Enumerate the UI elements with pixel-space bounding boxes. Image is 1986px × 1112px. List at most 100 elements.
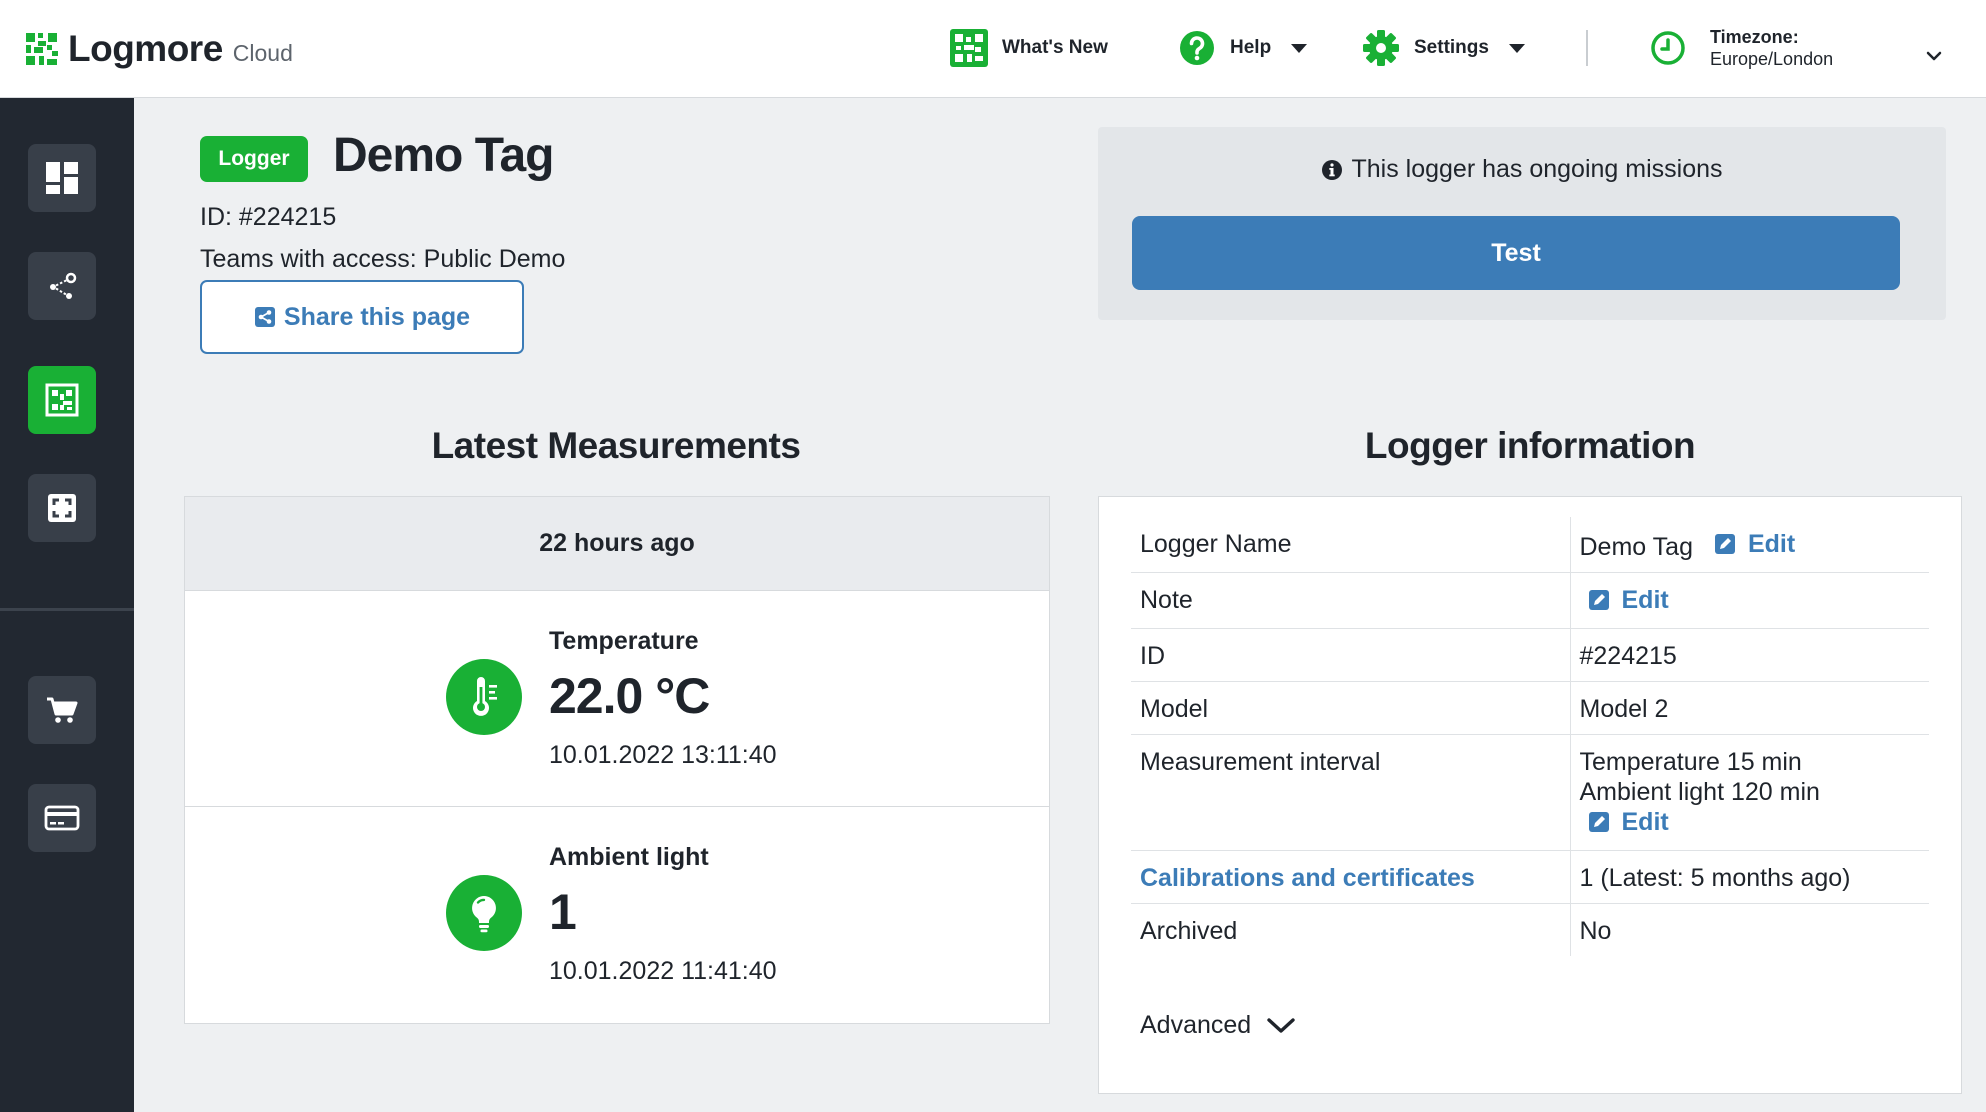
row-key: Archived — [1131, 903, 1571, 956]
missions-panel: This logger has ongoing missions Test — [1098, 127, 1946, 320]
row-value: 1 (Latest: 5 months ago) — [1570, 850, 1929, 904]
share-page-button[interactable]: Share this page — [200, 280, 524, 354]
sidebar — [0, 98, 134, 1112]
missions-message-text: This logger has ongoing missions — [1351, 155, 1723, 183]
thermometer-icon — [446, 659, 522, 735]
row-value: #224215 — [1570, 628, 1929, 682]
latest-measurements-card: 22 hours ago Temperature 22.0 °C 10.01.2… — [184, 496, 1050, 1024]
table-row: Calibrations and certificates 1 (Latest:… — [1131, 850, 1929, 904]
top-bar: Logmore Cloud What's New Help Settings T… — [0, 0, 1986, 98]
measurement-time: 10.01.2022 11:41:40 — [549, 957, 777, 985]
row-key: Logger Name — [1131, 517, 1571, 573]
edit-label: Edit — [1621, 808, 1669, 836]
timezone-text: Timezone: Europe/London — [1710, 26, 1833, 70]
teams-access-text: Teams with access: Public Demo — [200, 245, 566, 273]
brand-sub: Cloud — [232, 39, 293, 66]
table-row: Measurement interval Temperature 15 min … — [1131, 734, 1929, 851]
brand-name: Logmore — [68, 28, 223, 69]
measurement-label: Temperature — [549, 627, 699, 655]
logger-name-value: Demo Tag — [1579, 533, 1694, 561]
credit-card-icon — [44, 805, 80, 831]
logger-information-title: Logger information — [1364, 425, 1696, 466]
gear-icon — [1363, 30, 1399, 66]
timezone-selector[interactable]: Timezone: Europe/London — [1650, 20, 1833, 76]
sidebar-item-scan[interactable] — [28, 474, 96, 542]
logger-information-card: Logger Name Demo Tag Edit Note Edit ID #… — [1098, 496, 1962, 1094]
timezone-label: Timezone: — [1710, 27, 1799, 47]
measurement-label: Ambient light — [549, 843, 709, 871]
help-menu[interactable]: Help — [1178, 26, 1308, 70]
row-value: Demo Tag Edit — [1570, 517, 1929, 573]
calibrations-link[interactable]: Calibrations and certificates — [1131, 850, 1571, 904]
table-row: ID #224215 — [1131, 628, 1929, 682]
logger-info-table: Logger Name Demo Tag Edit Note Edit ID #… — [1131, 517, 1929, 956]
settings-menu[interactable]: Settings — [1362, 26, 1525, 70]
row-value: Temperature 15 min Ambient light 120 min… — [1570, 734, 1929, 851]
chevron-down-icon — [1291, 43, 1308, 53]
interval-temperature: Temperature 15 min — [1579, 748, 1802, 776]
qr-logger-icon — [45, 383, 79, 417]
logger-id-text: ID: #224215 — [200, 203, 337, 231]
sidebar-item-billing[interactable] — [28, 784, 96, 852]
logger-badge: Logger — [200, 136, 308, 182]
interval-ambient-light: Ambient light 120 min — [1579, 778, 1820, 806]
test-mission-button[interactable]: Test — [1132, 216, 1900, 290]
share-page-label: Share this page — [283, 302, 471, 331]
help-label: Help — [1230, 37, 1272, 58]
brand[interactable]: Logmore Cloud — [26, 26, 293, 72]
edit-label: Edit — [1747, 530, 1796, 558]
lightbulb-icon — [446, 875, 522, 951]
row-value: Model 2 — [1570, 681, 1929, 735]
whats-new-qr-icon — [950, 29, 988, 67]
sidebar-item-dashboard[interactable] — [28, 144, 96, 212]
settings-label: Settings — [1414, 37, 1489, 58]
edit-note-link[interactable]: Edit — [1588, 585, 1669, 615]
measurement-value: 22.0 °C — [549, 668, 710, 724]
cart-icon — [47, 697, 78, 723]
header-divider — [1586, 30, 1588, 66]
measurement-row-temperature: Temperature 22.0 °C 10.01.2022 13:11:40 — [185, 591, 1049, 807]
sidebar-item-shop[interactable] — [28, 676, 96, 744]
dashboard-icon — [46, 162, 78, 194]
row-key: Note — [1131, 572, 1571, 629]
info-circle-icon — [1322, 159, 1343, 180]
edit-logger-name-link[interactable]: Edit — [1714, 529, 1795, 559]
row-key: Model — [1131, 681, 1571, 735]
table-row: Note Edit — [1131, 572, 1929, 629]
timezone-value: Europe/London — [1710, 49, 1834, 69]
table-row: Model Model 2 — [1131, 681, 1929, 735]
share-network-icon — [50, 272, 77, 299]
sidebar-item-logger[interactable] — [28, 366, 96, 434]
advanced-label: Advanced — [1140, 1011, 1252, 1039]
sidebar-item-share[interactable] — [28, 252, 96, 320]
measurements-updated: 22 hours ago — [185, 497, 1049, 591]
logmore-logo-icon — [26, 33, 58, 65]
scan-frame-icon — [48, 494, 76, 522]
advanced-toggle[interactable]: Advanced — [1140, 1011, 1295, 1040]
whats-new-link[interactable]: What's New — [950, 26, 1108, 70]
row-key: ID — [1131, 628, 1571, 682]
missions-message: This logger has ongoing missions — [1098, 155, 1946, 184]
edit-icon — [1714, 534, 1735, 554]
measurement-time: 10.01.2022 13:11:40 — [549, 741, 777, 769]
help-circle-icon — [1180, 31, 1214, 65]
measurement-value: 1 — [549, 884, 577, 940]
edit-icon — [1588, 812, 1609, 832]
row-value: Edit — [1570, 572, 1929, 629]
chevron-down-icon — [1267, 1017, 1295, 1033]
whats-new-label: What's New — [1002, 37, 1108, 58]
edit-label: Edit — [1621, 586, 1669, 614]
chevron-down-icon[interactable] — [1926, 48, 1942, 64]
chevron-down-icon — [1508, 43, 1525, 53]
latest-measurements-title: Latest Measurements — [431, 425, 801, 466]
row-value: No — [1579, 917, 1612, 945]
sidebar-divider — [0, 608, 134, 611]
edit-interval-link[interactable]: Edit — [1588, 807, 1669, 837]
page-title: Demo Tag — [333, 129, 554, 182]
edit-icon — [1588, 590, 1609, 610]
table-row: Logger Name Demo Tag Edit — [1131, 517, 1929, 573]
clock-icon — [1651, 31, 1685, 65]
measurement-row-ambient-light: Ambient light 1 10.01.2022 11:41:40 — [185, 807, 1049, 1023]
share-square-icon — [254, 307, 275, 327]
table-row: Archived No — [1131, 903, 1929, 956]
